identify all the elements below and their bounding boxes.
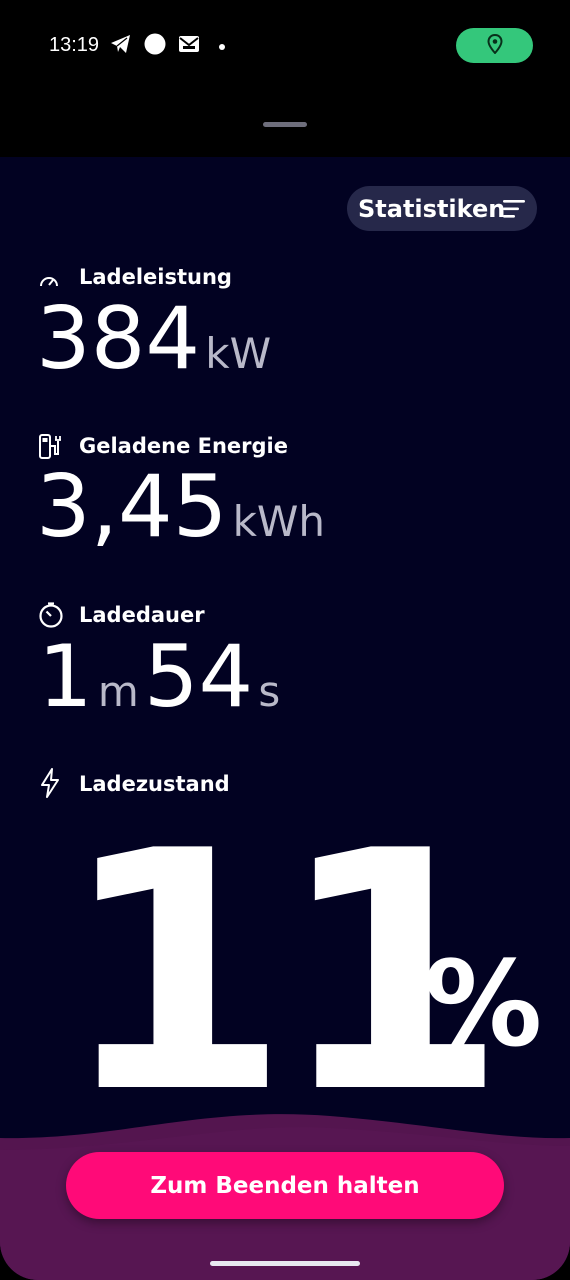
circle-notification-icon	[144, 33, 166, 59]
hold-to-end-label: Zum Beenden halten	[150, 1172, 420, 1199]
power-readout: 384 kW	[36, 296, 271, 382]
hold-to-end-button[interactable]: Zum Beenden halten	[66, 1152, 504, 1219]
mail-icon	[178, 35, 200, 57]
telegram-icon	[110, 34, 132, 58]
status-bar: 13:19	[0, 0, 570, 92]
power-value: 384	[36, 289, 201, 389]
statistics-label: Statistiken	[358, 194, 506, 223]
power-label: Ladeleistung	[79, 265, 232, 289]
sheet-drag-handle[interactable]	[263, 122, 307, 127]
duration-minutes-unit: m	[97, 667, 139, 716]
energy-readout: 3,45 kWh	[36, 464, 325, 550]
duration-seconds-unit: s	[258, 667, 281, 716]
duration-readout: 1 m 54 s	[38, 634, 280, 720]
lines-menu-icon	[503, 199, 525, 223]
dot-icon	[212, 37, 232, 56]
lightning-icon	[40, 768, 60, 802]
energy-unit: kWh	[232, 497, 326, 546]
phone-screen: 13:19 Statistiken Ladeleistung 384 kW Ge…	[0, 0, 570, 1280]
location-pin-icon	[486, 33, 503, 58]
location-indicator[interactable]	[456, 28, 533, 63]
energy-value: 3,45	[36, 457, 228, 557]
soc-unit: %	[424, 935, 543, 1073]
gesture-navigation-bar[interactable]	[210, 1261, 360, 1266]
status-icons	[110, 33, 232, 59]
duration-minutes: 1	[38, 627, 93, 727]
duration-seconds: 54	[143, 627, 254, 727]
energy-label: Geladene Energie	[79, 434, 288, 458]
status-time: 13:19	[49, 34, 100, 56]
statistics-button[interactable]: Statistiken	[347, 186, 537, 231]
duration-label: Ladedauer	[79, 603, 205, 627]
power-unit: kW	[205, 329, 272, 378]
